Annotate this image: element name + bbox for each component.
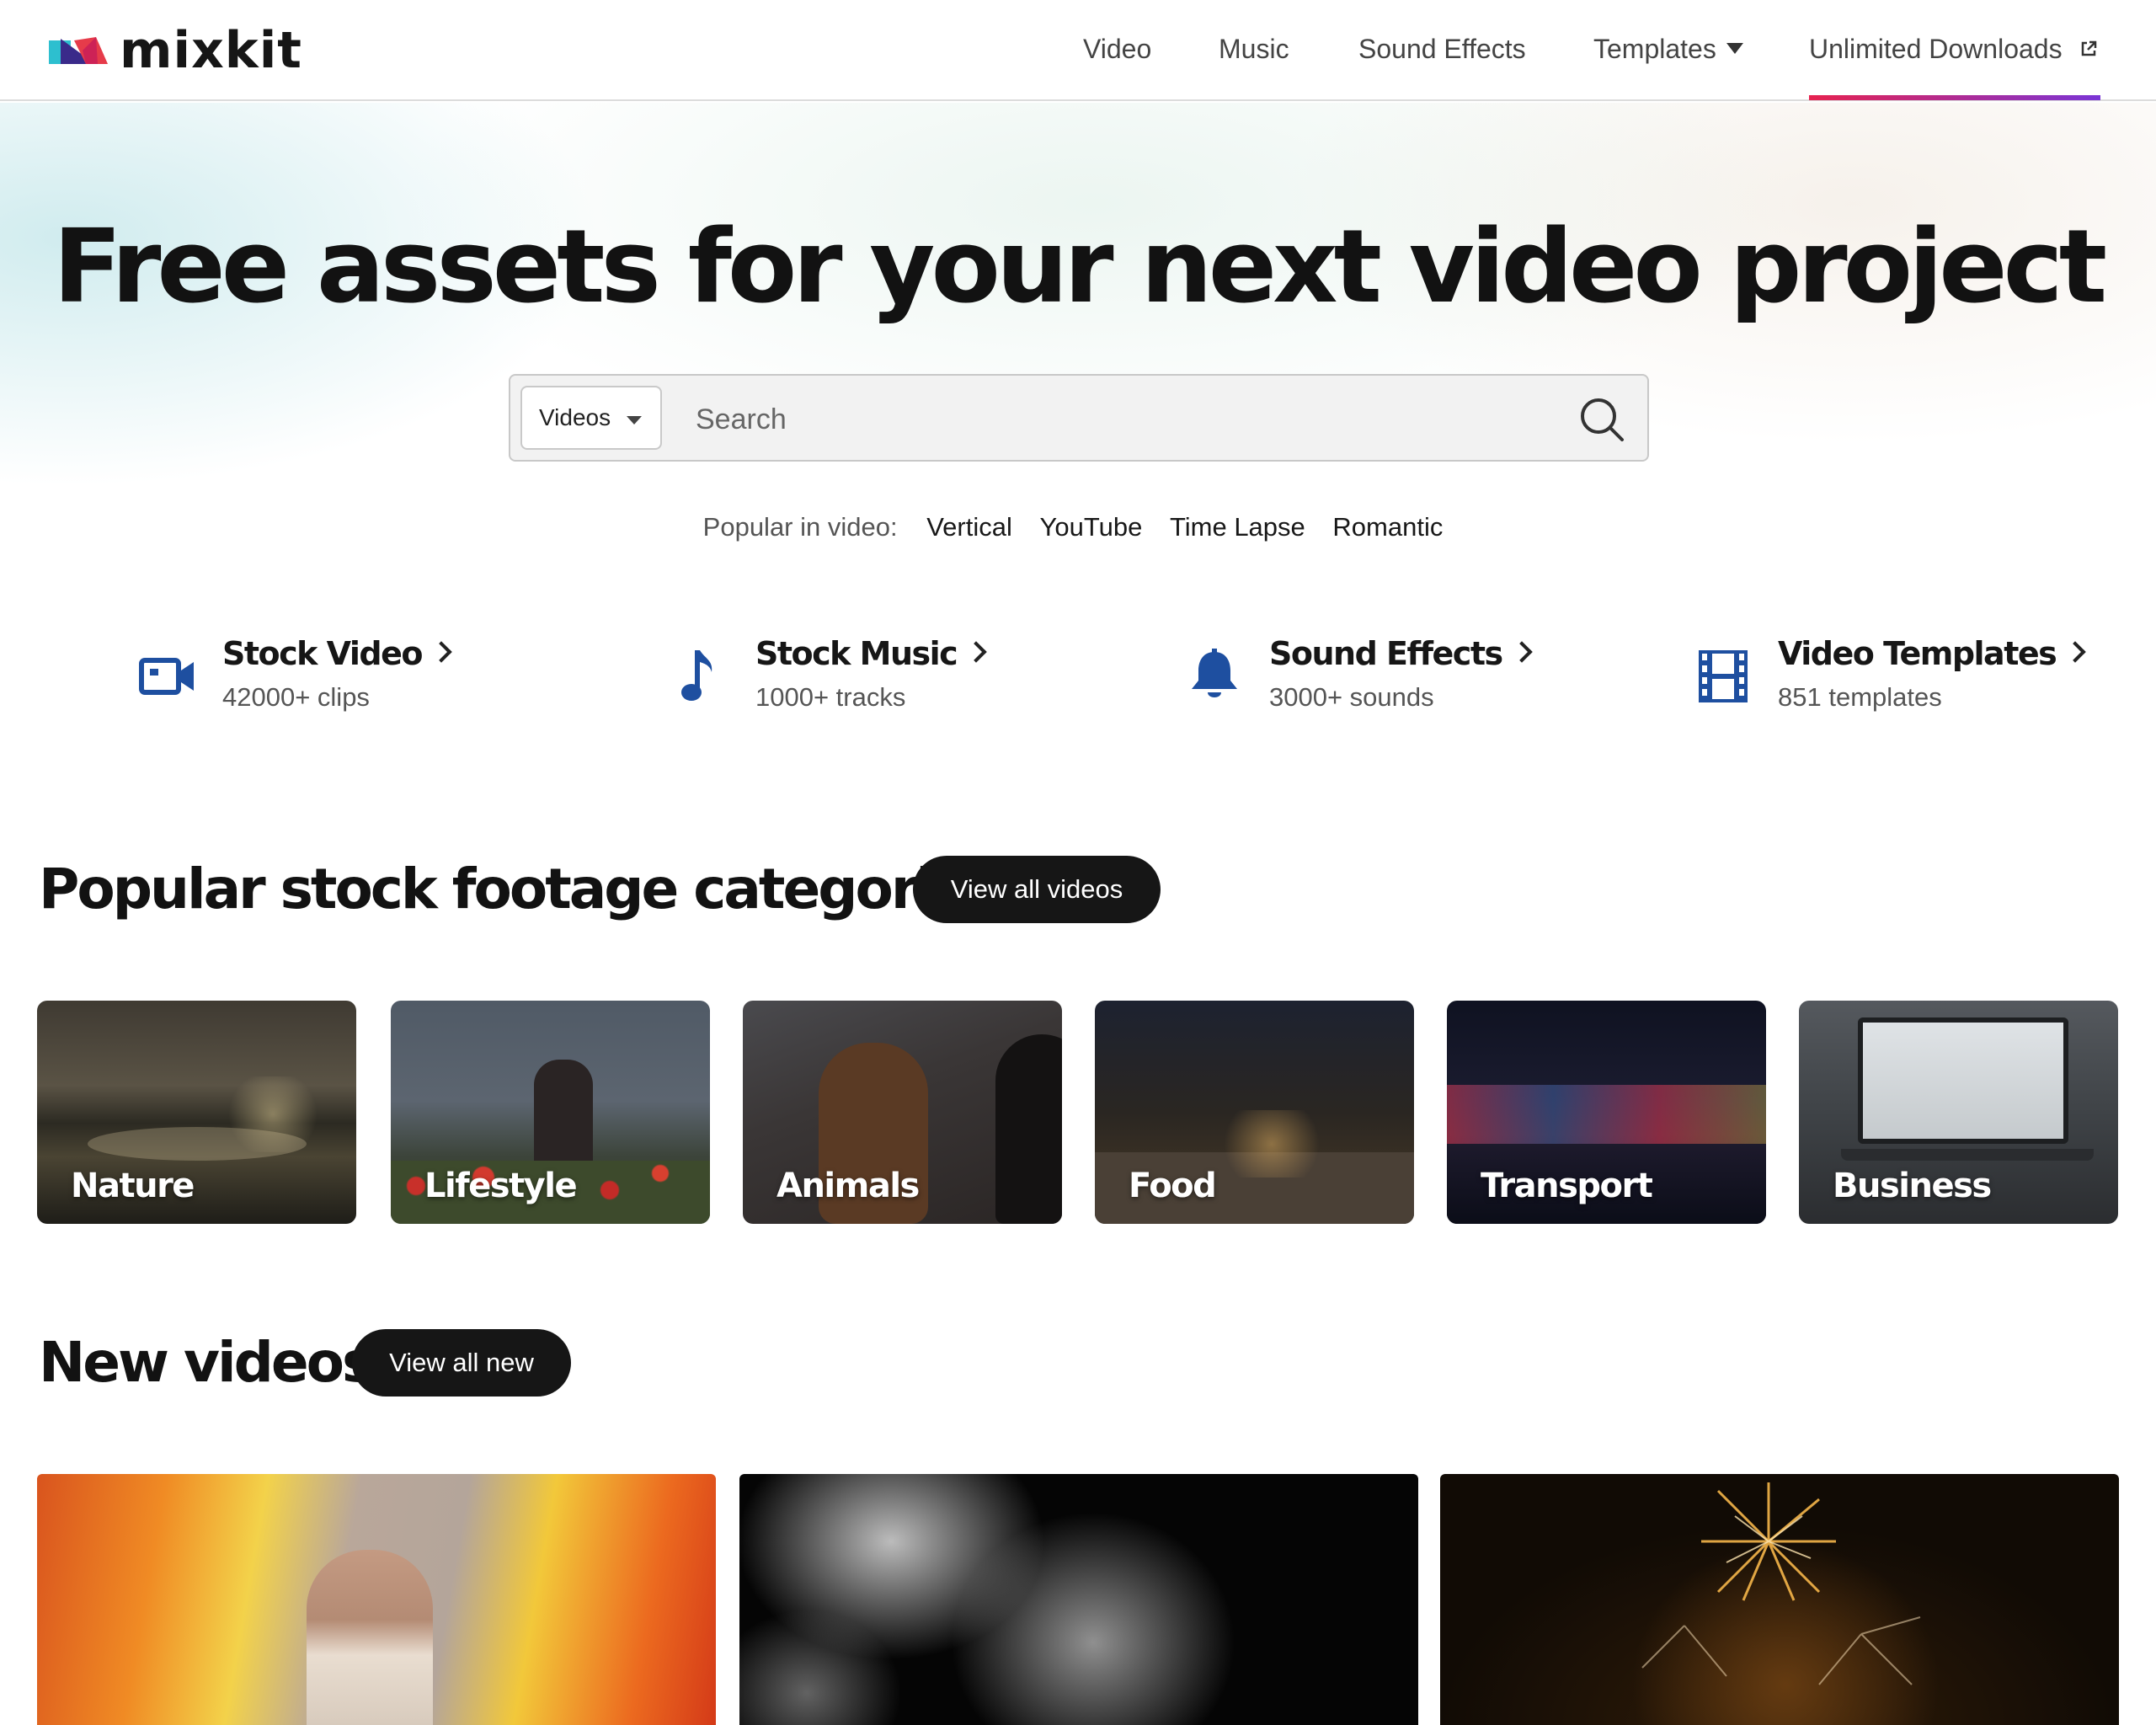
popular-link-time-lapse[interactable]: Time Lapse — [1170, 512, 1305, 542]
nav-templates-label: Templates — [1593, 34, 1716, 64]
dancer-figure — [307, 1550, 433, 1725]
feature-title-text: Stock Video — [222, 635, 424, 672]
site-header: mixkit Video Music Sound Effects Templat… — [0, 0, 2156, 101]
categories-heading: Popular stock footage categories — [39, 857, 1001, 921]
film-strip-icon — [1699, 650, 1748, 702]
business-laptop-screen — [1858, 1017, 2068, 1144]
feature-title: Stock Video — [222, 630, 452, 677]
nature-sun-glow — [222, 1076, 323, 1152]
animals-dog-black — [995, 1034, 1062, 1224]
video-camera-icon — [139, 658, 194, 695]
nav-video[interactable]: Video — [1083, 34, 1151, 64]
nav-templates[interactable]: Templates — [1593, 34, 1743, 64]
category-card-food[interactable]: Food — [1095, 1001, 1414, 1224]
feature-subtitle: 1000+ tracks — [755, 682, 906, 712]
hero-title: Free assets for your next video project — [52, 209, 2107, 326]
lifestyle-person — [534, 1060, 593, 1169]
bell-icon — [1192, 649, 1237, 697]
food-candle-glow — [1213, 1110, 1331, 1178]
chevron-right-icon — [965, 641, 987, 663]
category-card-nature[interactable]: Nature — [37, 1001, 356, 1224]
chevron-right-icon — [430, 641, 452, 663]
search-category-select[interactable]: Videos — [520, 386, 662, 450]
video-thumbnail-fireworks[interactable] — [1440, 1474, 2119, 1725]
main-nav: Video Music Sound Effects Templates Unli… — [0, 0, 2156, 101]
search-icon[interactable] — [1578, 396, 1625, 443]
popular-link-vertical[interactable]: Vertical — [926, 512, 1012, 542]
category-label: Transport — [1481, 1167, 1653, 1205]
feature-subtitle: 42000+ clips — [222, 682, 370, 712]
nav-sound-effects[interactable]: Sound Effects — [1358, 34, 1526, 64]
view-all-new-button[interactable]: View all new — [352, 1329, 571, 1397]
search-input[interactable] — [696, 394, 1555, 445]
video-thumbnail-dancer[interactable] — [37, 1474, 716, 1725]
feature-subtitle: 851 templates — [1778, 682, 1942, 712]
nav-unlimited-label: Unlimited Downloads — [1809, 34, 2063, 64]
video-thumbnail-smoke[interactable] — [739, 1474, 1418, 1725]
category-label: Nature — [71, 1167, 195, 1205]
caret-down-icon — [1726, 43, 1743, 55]
nav-music[interactable]: Music — [1219, 34, 1289, 64]
feature-title-text: Sound Effects — [1269, 635, 1503, 672]
category-label: Business — [1833, 1167, 1992, 1205]
transport-city-lights — [1447, 1085, 1766, 1144]
new-videos-heading: New videos — [39, 1330, 375, 1395]
category-card-business[interactable]: Business — [1799, 1001, 2118, 1224]
popular-searches: Popular in video: Vertical YouTube Time … — [0, 510, 2156, 544]
category-card-transport[interactable]: Transport — [1447, 1001, 1766, 1224]
external-link-icon — [2081, 40, 2096, 56]
search-category-value: Videos — [539, 404, 611, 430]
active-nav-underline — [1809, 95, 2100, 100]
feature-subtitle: 3000+ sounds — [1269, 682, 1434, 712]
category-card-lifestyle[interactable]: Lifestyle — [391, 1001, 710, 1224]
fireworks-burst — [1641, 1482, 1921, 1685]
business-laptop-base — [1841, 1149, 2094, 1161]
category-label: Lifestyle — [424, 1167, 578, 1205]
popular-link-romantic[interactable]: Romantic — [1332, 512, 1443, 542]
chevron-right-icon — [1510, 641, 1533, 663]
category-label: Animals — [776, 1167, 920, 1205]
feature-title-text: Video Templates — [1778, 635, 2057, 672]
music-note-icon — [681, 650, 712, 701]
feature-title: Stock Music — [755, 630, 987, 677]
category-card-animals[interactable]: Animals — [743, 1001, 1062, 1224]
nav-unlimited-downloads[interactable]: Unlimited Downloads — [1809, 34, 2098, 64]
view-all-videos-button[interactable]: View all videos — [913, 856, 1161, 923]
caret-down-icon — [627, 416, 642, 425]
feature-title: Sound Effects — [1269, 630, 1533, 677]
popular-link-youtube[interactable]: YouTube — [1040, 512, 1143, 542]
category-label: Food — [1129, 1167, 1217, 1205]
hero-background — [0, 103, 2156, 574]
chevron-right-icon — [2064, 641, 2086, 663]
popular-label: Popular in video: — [702, 512, 898, 542]
search-bar: Videos — [509, 374, 1649, 462]
feature-title-text: Stock Music — [755, 635, 958, 672]
feature-title: Video Templates — [1778, 630, 2086, 677]
